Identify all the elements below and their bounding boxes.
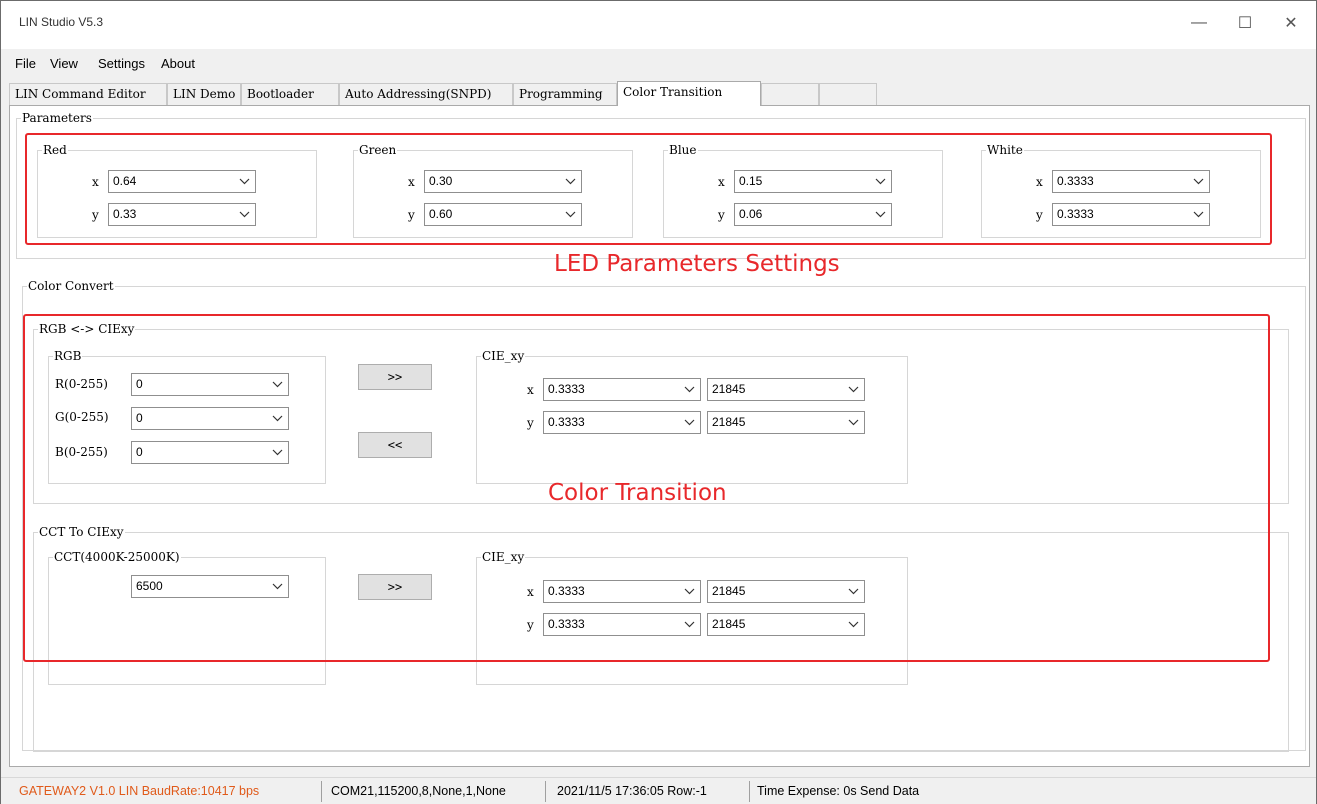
maximize-button[interactable]: ☐ bbox=[1222, 1, 1268, 45]
tab-programming[interactable]: Programming bbox=[513, 83, 617, 105]
color-convert-label: Color Convert bbox=[27, 279, 115, 293]
tab-empty bbox=[761, 83, 819, 105]
parameters-label: Parameters bbox=[21, 111, 93, 125]
led-parameters-highlight bbox=[25, 133, 1272, 245]
tab-lin-command-editor[interactable]: LIN Command Editor bbox=[9, 83, 167, 105]
tab-color-transition[interactable]: Color Transition bbox=[617, 81, 761, 106]
tab-bootloader[interactable]: Bootloader bbox=[241, 83, 339, 105]
menu-view[interactable]: View bbox=[50, 56, 78, 71]
minimize-button[interactable]: — bbox=[1176, 1, 1222, 45]
status-bar: GATEWAY2 V1.0 LIN BaudRate:10417 bps COM… bbox=[1, 777, 1316, 804]
menu-bar: File View Settings About bbox=[1, 51, 1316, 77]
app-window: LIN Studio V5.3 — ☐ ✕ File View Settings… bbox=[0, 0, 1317, 804]
tab-auto-addressing[interactable]: Auto Addressing(SNPD) bbox=[339, 83, 513, 105]
status-divider bbox=[749, 781, 750, 802]
tab-lin-demo[interactable]: LIN Demo bbox=[167, 83, 241, 105]
status-divider bbox=[545, 781, 546, 802]
com-status: COM21,115200,8,None,1,None bbox=[331, 784, 506, 798]
led-parameters-annotation: LED Parameters Settings bbox=[554, 251, 840, 277]
color-transition-annotation: Color Transition bbox=[548, 480, 727, 506]
menu-about[interactable]: About bbox=[161, 56, 195, 71]
status-divider bbox=[321, 781, 322, 802]
menu-settings[interactable]: Settings bbox=[98, 56, 145, 71]
title-bar: LIN Studio V5.3 — ☐ ✕ bbox=[1, 1, 1316, 49]
window-title: LIN Studio V5.3 bbox=[19, 15, 104, 29]
tab-empty bbox=[819, 83, 877, 105]
time-status: 2021/11/5 17:36:05 Row:-1 bbox=[557, 784, 707, 798]
close-button[interactable]: ✕ bbox=[1268, 1, 1314, 45]
menu-file[interactable]: File bbox=[15, 56, 36, 71]
info-status: Time Expense: 0s Send Data bbox=[757, 784, 920, 798]
gateway-status: GATEWAY2 V1.0 LIN BaudRate:10417 bps bbox=[19, 784, 260, 798]
